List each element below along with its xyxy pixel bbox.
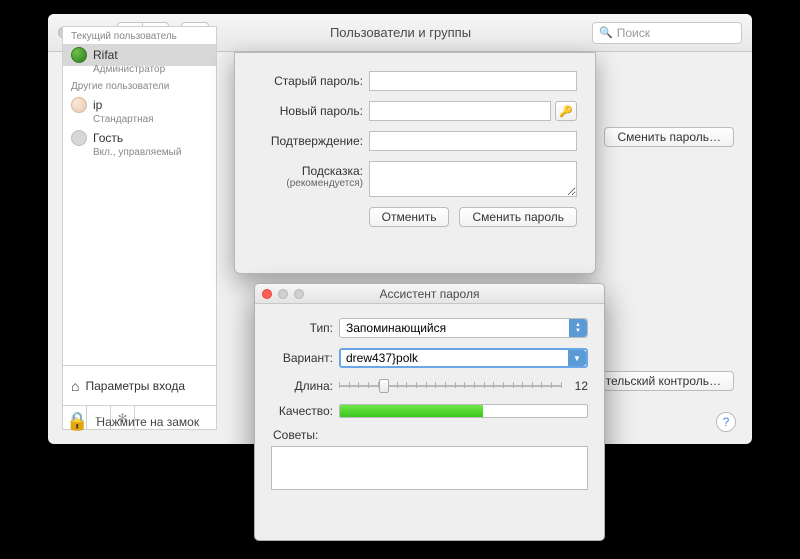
variant-combobox[interactable]: drew437}polk ▼ [339,348,588,368]
change-password-submit-button[interactable]: Сменить пароль [459,207,577,227]
confirm-password-input[interactable] [369,131,577,151]
old-password-label: Старый пароль: [253,71,369,88]
cancel-button[interactable]: Отменить [369,207,450,227]
lock-text: Нажмите на замок [96,415,199,429]
quality-meter [339,404,588,418]
slider-ticks [339,382,562,390]
type-value: Запоминающийся [346,321,446,335]
hint-input[interactable] [369,161,577,197]
tips-box [271,446,588,490]
variant-label: Вариант: [271,351,339,365]
password-assistant-button[interactable]: 🔑 [555,101,577,121]
variant-value: drew437}polk [346,351,418,365]
window-title: Пользователи и группы [215,25,586,40]
change-password-button[interactable]: Сменить пароль… [604,127,734,147]
assistant-title: Ассистент пароля [262,287,597,301]
quality-fill [340,405,483,417]
assistant-titlebar: Ассистент пароля [255,284,604,304]
assistant-body: Тип: Запоминающийся ▲▼ Вариант: drew437}… [255,304,604,500]
select-arrows-icon: ▲▼ [569,319,587,337]
current-user-header: Текущий пользователь [63,27,216,44]
parental-control-button[interactable]: тельский контроль… [593,371,734,391]
slider-thumb[interactable] [379,379,389,393]
type-select[interactable]: Запоминающийся ▲▼ [339,318,588,338]
lock-icon: 🔒 [66,411,88,432]
change-password-sheet: Старый пароль: Новый пароль: 🔑 Подтвержд… [234,52,596,274]
length-value: 12 [570,379,588,393]
key-icon: 🔑 [559,105,573,118]
lock-row[interactable]: 🔒 Нажмите на замок [66,411,199,432]
type-label: Тип: [271,321,339,335]
tips-label: Советы: [273,428,588,442]
old-password-input[interactable] [369,71,577,91]
hint-label-sub: (рекомендуется) [253,178,363,189]
search-icon: 🔍 [599,26,613,39]
hint-label-text: Подсказка: [302,164,363,178]
length-slider[interactable] [339,378,562,394]
help-button[interactable]: ? [716,412,736,432]
length-label: Длина: [271,379,339,393]
quality-label: Качество: [271,404,339,418]
confirm-password-label: Подтверждение: [253,131,369,148]
new-password-input[interactable] [369,101,551,121]
password-assistant-window: Ассистент пароля Тип: Запоминающийся ▲▼ … [254,283,605,541]
search-input[interactable]: 🔍 Поиск [592,22,742,44]
new-password-label: Новый пароль: [253,101,369,118]
chevron-down-icon: ▼ [568,350,586,366]
search-placeholder: Поиск [617,26,650,40]
hint-label: Подсказка: (рекомендуется) [253,161,369,189]
